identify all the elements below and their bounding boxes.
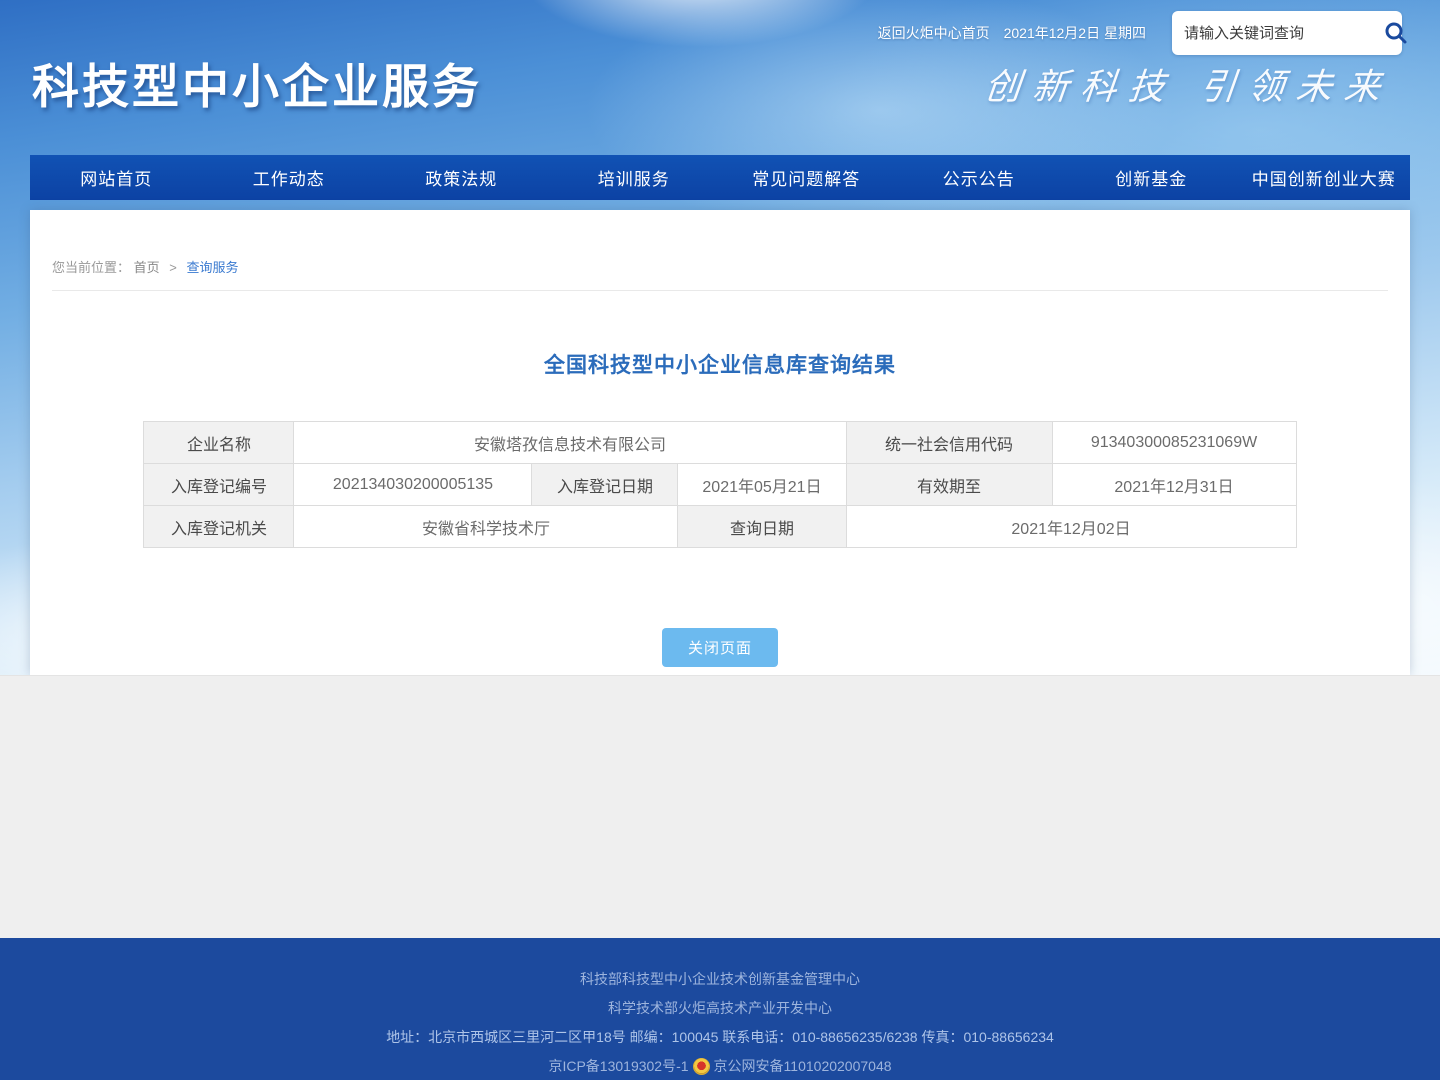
content-panel: 您当前位置： 首页 > 查询服务 全国科技型中小企业信息库查询结果 企业名称 安… bbox=[30, 210, 1410, 675]
top-utility-row: 返回火炬中心首页 2021年12月2日 星期四 bbox=[878, 11, 1402, 55]
page-title: 全国科技型中小企业信息库查询结果 bbox=[30, 349, 1410, 379]
page-footer: 科技部科技型中小企业技术创新基金管理中心 科学技术部火炬高技术产业开发中心 地址… bbox=[0, 938, 1440, 1080]
label-query-date: 查询日期 bbox=[678, 506, 846, 548]
breadcrumb-separator: > bbox=[169, 260, 177, 275]
table-row: 入库登记编号 202134030200005135 入库登记日期 2021年05… bbox=[144, 464, 1296, 506]
torch-center-home-link[interactable]: 返回火炬中心首页 bbox=[878, 23, 990, 43]
value-registration-number: 202134030200005135 bbox=[294, 464, 532, 506]
lower-gray-area bbox=[0, 675, 1440, 938]
police-badge-icon bbox=[693, 1058, 710, 1075]
search-icon bbox=[1383, 20, 1409, 46]
label-registration-date: 入库登记日期 bbox=[532, 464, 678, 506]
search-button[interactable] bbox=[1383, 18, 1409, 48]
breadcrumb-current-link[interactable]: 查询服务 bbox=[187, 260, 239, 275]
nav-item-faq[interactable]: 常见问题解答 bbox=[720, 155, 893, 200]
icp-record-link[interactable]: 京ICP备13019302号-1 bbox=[548, 1052, 688, 1081]
label-company-name: 企业名称 bbox=[144, 422, 294, 464]
label-registration-number: 入库登记编号 bbox=[144, 464, 294, 506]
nav-item-home[interactable]: 网站首页 bbox=[30, 155, 203, 200]
value-registration-authority: 安徽省科学技术厅 bbox=[294, 506, 678, 548]
nav-item-training[interactable]: 培训服务 bbox=[548, 155, 721, 200]
footer-icp-line: 京ICP备13019302号-1 京公网安备11010202007048 bbox=[0, 1052, 1440, 1081]
nav-item-innovation-fund[interactable]: 创新基金 bbox=[1065, 155, 1238, 200]
value-credit-code: 91340300085231069W bbox=[1052, 422, 1296, 464]
main-navigation: 网站首页 工作动态 政策法规 培训服务 常见问题解答 公示公告 创新基金 中国创… bbox=[30, 155, 1410, 200]
public-security-record-link[interactable]: 京公网安备11010202007048 bbox=[714, 1052, 892, 1081]
site-slogan: 创新科技 引领未来 bbox=[982, 58, 1395, 110]
footer-address-line: 地址：北京市西城区三里河二区甲18号 邮编：100045 联系电话：010-88… bbox=[0, 1023, 1440, 1052]
footer-org-line-2: 科学技术部火炬高技术产业开发中心 bbox=[0, 994, 1440, 1023]
nav-item-announcements[interactable]: 公示公告 bbox=[893, 155, 1066, 200]
label-valid-until: 有效期至 bbox=[846, 464, 1052, 506]
nav-item-work-news[interactable]: 工作动态 bbox=[203, 155, 376, 200]
search-input[interactable] bbox=[1184, 25, 1383, 42]
value-valid-until: 2021年12月31日 bbox=[1052, 464, 1296, 506]
search-box bbox=[1172, 11, 1402, 55]
breadcrumb-home-link[interactable]: 首页 bbox=[134, 260, 160, 275]
label-registration-authority: 入库登记机关 bbox=[144, 506, 294, 548]
current-date-text: 2021年12月2日 星期四 bbox=[1004, 23, 1146, 43]
close-page-button[interactable]: 关闭页面 bbox=[662, 628, 778, 667]
label-credit-code: 统一社会信用代码 bbox=[846, 422, 1052, 464]
value-query-date: 2021年12月02日 bbox=[846, 506, 1296, 548]
nav-item-policies[interactable]: 政策法规 bbox=[375, 155, 548, 200]
nav-item-competition[interactable]: 中国创新创业大赛 bbox=[1238, 155, 1411, 200]
value-registration-date: 2021年05月21日 bbox=[678, 464, 846, 506]
breadcrumb-prefix: 您当前位置： bbox=[52, 260, 130, 275]
table-row: 入库登记机关 安徽省科学技术厅 查询日期 2021年12月02日 bbox=[144, 506, 1296, 548]
value-company-name: 安徽塔孜信息技术有限公司 bbox=[294, 422, 846, 464]
breadcrumb: 您当前位置： 首页 > 查询服务 bbox=[52, 257, 1388, 291]
site-logo-title: 科技型中小企业服务 bbox=[32, 48, 482, 117]
footer-org-line-1: 科技部科技型中小企业技术创新基金管理中心 bbox=[0, 938, 1440, 994]
table-row: 企业名称 安徽塔孜信息技术有限公司 统一社会信用代码 9134030008523… bbox=[144, 422, 1296, 464]
query-result-table: 企业名称 安徽塔孜信息技术有限公司 统一社会信用代码 9134030008523… bbox=[143, 421, 1296, 548]
